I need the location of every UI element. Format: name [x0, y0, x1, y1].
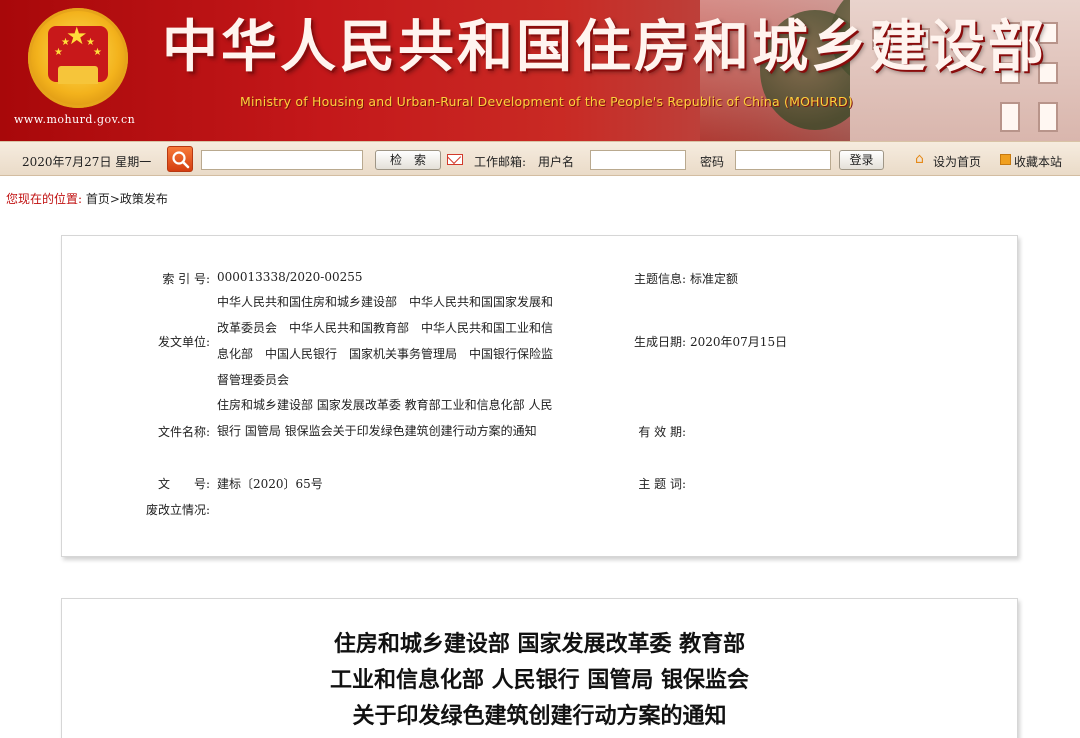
top-toolbar: 2020年7月27日 星期一 检 索 工作邮箱: 用户名 密码 登录 ⌂ 设为首… [0, 141, 1080, 176]
docno-value: 建标〔2020〕65号 [217, 477, 323, 491]
national-emblem-icon: ★ ★ ★ ★ ★ [28, 8, 128, 108]
document-title-line-3: 关于印发绿色建筑创建行动方案的通知 [352, 703, 727, 729]
bookmark-link[interactable]: 收藏本站 [1014, 153, 1062, 170]
search-button[interactable]: 检 索 [375, 150, 441, 170]
filename-label: 文件名称: [157, 425, 210, 439]
breadcrumb-label: 您现在的位置: [6, 192, 83, 206]
site-title: 中华人民共和国住房和城乡建设部 [162, 15, 1047, 80]
index-label: 索 引 号: [162, 272, 210, 286]
password-field[interactable] [735, 150, 831, 170]
search-input[interactable] [201, 150, 363, 170]
issuer-value: 中华人民共和国住房和城乡建设部 中华人民共和国国家发展和改革委员会 中华人民共和… [217, 295, 554, 387]
filename-value: 住房和城乡建设部 国家发展改革委 教育部工业和信息化部 人民银行 国管局 银保监… [217, 398, 553, 438]
login-button[interactable]: 登录 [839, 150, 884, 170]
status-label: 废改立情况: [145, 503, 210, 517]
date-label: 生成日期: [633, 335, 686, 349]
keywords-label: 主 题 词: [638, 477, 686, 491]
mail-label: 工作邮箱: [474, 155, 527, 169]
document-info-panel: 索 引 号: 000013338/2020-00255 主题信息: 标准定额 发… [61, 235, 1018, 557]
site-banner: ★ ★ ★ ★ ★ www.mohurd.gov.cn 中华人民共和国住房和城乡… [0, 0, 1080, 141]
mail-icon [447, 154, 463, 165]
topic-label: 主题信息: [633, 272, 686, 286]
username-field[interactable] [590, 150, 686, 170]
topic-value: 标准定额 [690, 272, 739, 286]
index-value: 000013338/2020-00255 [217, 270, 363, 284]
issuer-label: 发文单位: [157, 335, 210, 349]
search-icon[interactable] [167, 146, 193, 172]
breadcrumb: 您现在的位置: 首页>政策发布 [6, 190, 168, 207]
bookmark-icon [1000, 154, 1011, 165]
password-label: 密码 [700, 155, 725, 169]
site-url: www.mohurd.gov.cn [14, 113, 136, 126]
username-label: 用户名 [538, 155, 575, 169]
breadcrumb-path[interactable]: 首页>政策发布 [86, 192, 168, 206]
docno-label: 文 号: [157, 477, 210, 491]
date-value: 2020年07月15日 [690, 335, 788, 349]
set-home-link[interactable]: 设为首页 [933, 153, 981, 170]
site-subtitle: Ministry of Housing and Urban-Rural Deve… [240, 94, 853, 109]
document-title-line-1: 住房和城乡建设部 国家发展改革委 教育部 [333, 631, 746, 657]
home-icon: ⌂ [915, 151, 924, 167]
validity-label: 有 效 期: [638, 425, 686, 439]
document-body-panel: 住房和城乡建设部 国家发展改革委 教育部 工业和信息化部 人民银行 国管局 银保… [61, 598, 1018, 738]
current-date: 2020年7月27日 星期一 [22, 155, 152, 169]
document-title-line-2: 工业和信息化部 人民银行 国管局 银保监会 [330, 667, 749, 693]
